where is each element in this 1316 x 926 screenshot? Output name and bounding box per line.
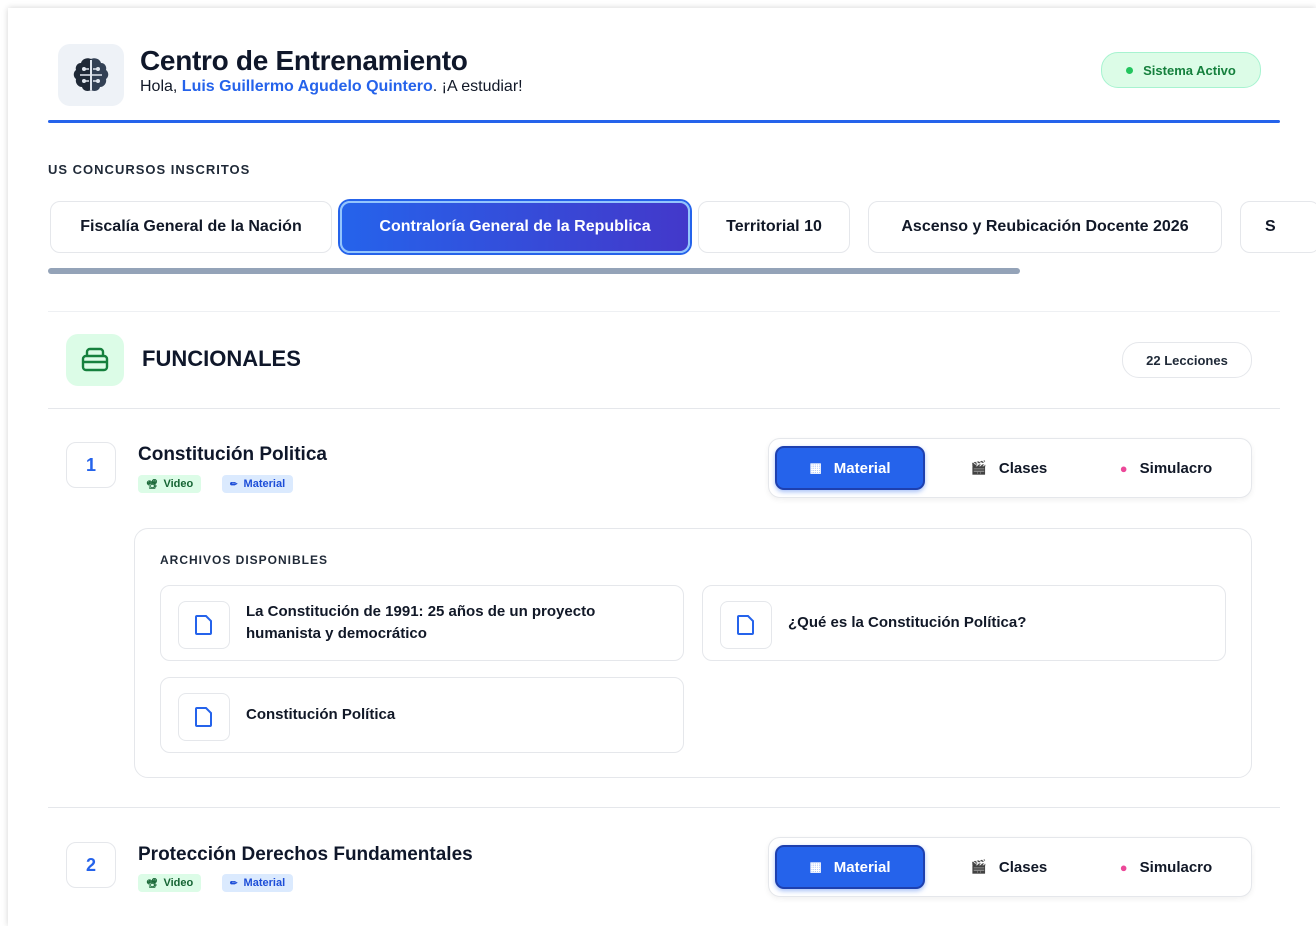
tab-territorial-10[interactable]: Territorial 10: [698, 201, 850, 253]
tab-fiscalia[interactable]: Fiscalía General de la Nación: [50, 201, 332, 253]
material-button-label: Material: [833, 858, 891, 876]
tab-ascenso-docente[interactable]: Ascenso y Reubicación Docente 2026: [868, 201, 1222, 253]
clases-button[interactable]: 🎬 Clases: [939, 446, 1079, 490]
module-title: FUNCIONALES: [142, 346, 301, 371]
video-badge: 📽 Video: [138, 874, 202, 892]
status-label: Sistema Activo: [1143, 62, 1236, 78]
header-divider: [48, 120, 1280, 123]
greeting-prefix: Hola,: [140, 78, 182, 95]
simulacro-button[interactable]: ● Simulacro: [1091, 446, 1241, 490]
file-item[interactable]: Constitución Política: [160, 677, 684, 753]
pencil-icon: ✏: [230, 478, 238, 489]
module-card-border: [48, 311, 1280, 312]
document-icon: [720, 601, 772, 649]
app-frame: Centro de Entrenamiento Hola, Luis Guill…: [8, 8, 1316, 926]
status-badge: Sistema Activo: [1101, 52, 1261, 88]
material-badge-label: Material: [243, 478, 286, 490]
file-item[interactable]: ¿Qué es la Constitución Política?: [702, 585, 1226, 661]
lesson-actions: ▦ Material 🎬 Clases ● Simulacro: [768, 438, 1252, 498]
layers-icon: [66, 334, 124, 386]
material-badge-label: Material: [243, 877, 286, 889]
document-icon: [178, 601, 230, 649]
contests-scrollbar[interactable]: [48, 268, 1020, 274]
clases-button[interactable]: 🎬 Clases: [939, 845, 1079, 889]
brain-icon: ●: [1119, 460, 1128, 476]
document-icon: [178, 693, 230, 741]
user-name: Luis Guillermo Agudelo Quintero: [181, 78, 433, 95]
file-item[interactable]: La Constitución de 1991: 25 años de un p…: [160, 585, 684, 661]
material-icon: ▦: [809, 859, 822, 874]
clapperboard-icon: 🎬: [970, 460, 987, 475]
material-badge: ✏ Material: [222, 874, 294, 892]
material-button-label: Material: [833, 459, 891, 477]
files-panel-label: ARCHIVOS DISPONIBLES: [160, 553, 329, 567]
material-icon: ▦: [809, 460, 822, 475]
clapperboard-icon: 🎬: [970, 859, 987, 874]
simulacro-button-label: Simulacro: [1139, 459, 1213, 477]
lesson-divider: [48, 807, 1280, 808]
brain-chip-icon: [58, 44, 124, 106]
greeting-suffix: . ¡A estudiar!: [432, 78, 523, 95]
brain-icon: ●: [1119, 859, 1128, 875]
clases-button-label: Clases: [998, 858, 1048, 876]
status-dot-icon: [1126, 66, 1134, 74]
lessons-count-badge: 22 Lecciones: [1122, 342, 1252, 378]
file-name: Constitución Política: [246, 706, 396, 723]
tab-partial[interactable]: S: [1240, 201, 1316, 253]
lesson-number: 1: [66, 442, 116, 488]
tab-contraloria[interactable]: Contraloría General de la Republica: [340, 201, 690, 253]
simulacro-button-label: Simulacro: [1139, 858, 1213, 876]
files-panel: ARCHIVOS DISPONIBLES La Constitución de …: [134, 528, 1252, 778]
simulacro-button[interactable]: ● Simulacro: [1091, 845, 1241, 889]
pencil-icon: ✏: [230, 877, 238, 888]
module-header-divider: [48, 408, 1280, 409]
material-badge: ✏ Material: [222, 475, 294, 493]
file-name: ¿Qué es la Constitución Política?: [788, 614, 1027, 631]
lesson-title: Protección Derechos Fundamentales: [138, 844, 473, 865]
video-badge-label: Video: [163, 478, 194, 490]
lesson-actions: ▦ Material 🎬 Clases ● Simulacro: [768, 837, 1252, 897]
video-badge: 📽 Video: [138, 475, 202, 493]
material-button[interactable]: ▦ Material: [775, 845, 925, 889]
video-badge-label: Video: [163, 877, 194, 889]
lesson-number: 2: [66, 842, 116, 888]
video-camera-icon: 📽: [146, 478, 158, 489]
contests-section-label: US CONCURSOS INSCRITOS: [48, 162, 251, 177]
clases-button-label: Clases: [998, 459, 1048, 477]
material-button[interactable]: ▦ Material: [775, 446, 925, 490]
page-title: Centro de Entrenamiento: [140, 45, 468, 72]
file-name: La Constitución de 1991: 25 años de un p…: [246, 603, 596, 642]
video-camera-icon: 📽: [146, 877, 158, 888]
lesson-title: Constitución Politica: [138, 444, 327, 465]
greeting-text: Hola, Luis Guillermo Agudelo Quintero. ¡…: [140, 78, 523, 96]
